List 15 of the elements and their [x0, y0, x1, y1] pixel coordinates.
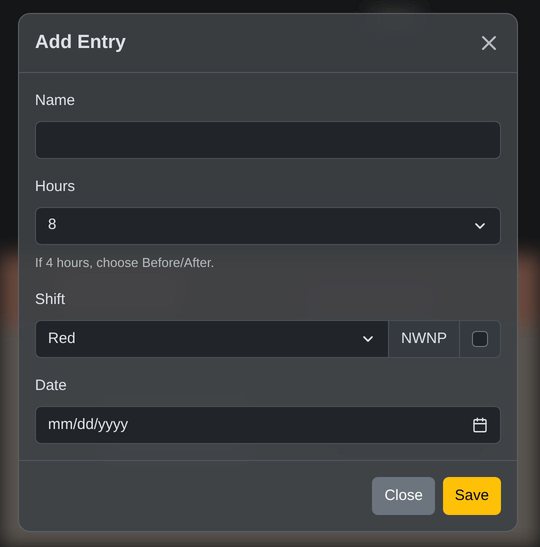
help-text: If 4 hours, choose Before/After.: [35, 254, 216, 272]
field-label: Shift: [35, 290, 66, 310]
field-label: Hours: [35, 176, 76, 196]
close-button[interactable]: Close: [372, 477, 435, 515]
hours-select[interactable]: 8: [35, 206, 501, 244]
shift-select[interactable]: Red: [35, 320, 390, 358]
name-input[interactable]: [35, 120, 501, 158]
nwnp-addon: NWNP: [389, 320, 459, 358]
checkbox[interactable]: [472, 331, 488, 347]
calendar-icon: [472, 417, 488, 433]
field-label: Date: [35, 376, 68, 396]
save-button[interactable]: Save: [442, 477, 501, 515]
date-input[interactable]: mm/dd/yyyy: [35, 406, 501, 444]
dialog-title: Add Entry: [35, 30, 126, 54]
field-label: Name: [35, 90, 76, 110]
